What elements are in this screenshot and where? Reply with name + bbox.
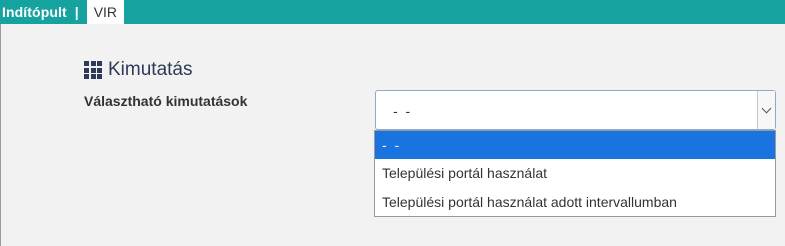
top-navigation-bar: Indítópult | VIR: [0, 0, 785, 24]
section-title-text: Kimutatás: [108, 59, 193, 80]
select-arrow-button[interactable]: [757, 91, 775, 129]
breadcrumb-separator: |: [74, 4, 79, 20]
report-select[interactable]: - -: [375, 90, 776, 130]
home-link[interactable]: Indítópult: [0, 4, 67, 20]
dropdown-option-portal-usage[interactable]: Települési portál használat: [375, 159, 775, 188]
dropdown-option-empty[interactable]: - -: [375, 131, 775, 159]
report-select-label: Választható kimutatások: [84, 93, 248, 109]
dropdown-option-portal-usage-interval[interactable]: Települési portál használat adott interv…: [375, 188, 775, 217]
report-select-value: - -: [393, 103, 413, 119]
grid-icon: [84, 61, 102, 79]
report-select-dropdown: - - Települési portál használat Települé…: [374, 130, 776, 217]
chevron-down-icon: [761, 103, 772, 113]
tab-vir[interactable]: VIR: [86, 0, 125, 24]
left-border-divider: [0, 24, 1, 246]
section-heading: Kimutatás: [84, 59, 192, 81]
